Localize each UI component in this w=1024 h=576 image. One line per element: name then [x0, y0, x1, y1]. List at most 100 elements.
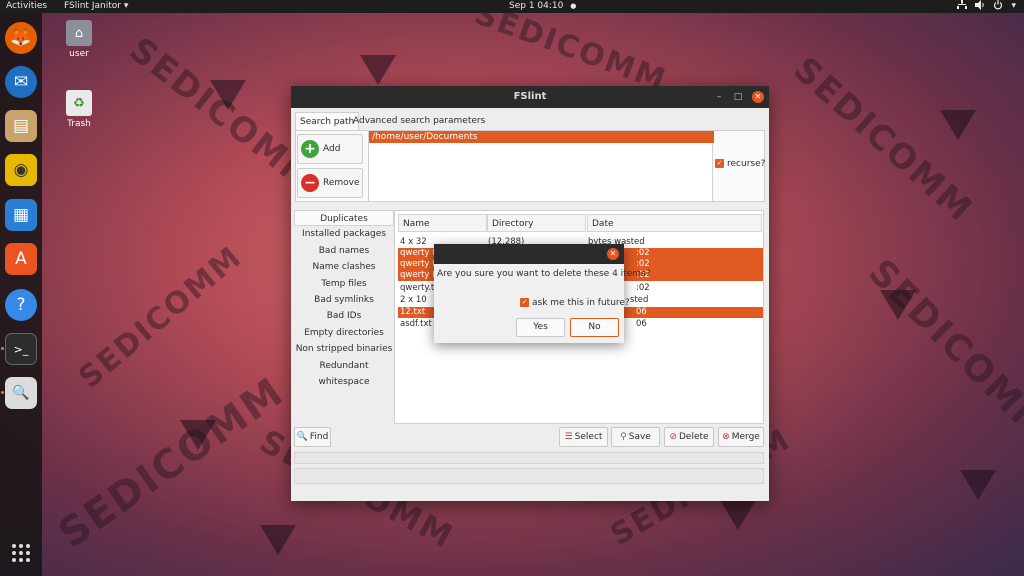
progress-bar [294, 452, 764, 464]
row-date: sted [630, 295, 649, 305]
path-row[interactable]: /home/user/Documents [369, 131, 714, 143]
files-icon[interactable]: ▤ [5, 110, 37, 142]
sidebar-item-empty-directories[interactable]: Empty directories [294, 325, 394, 341]
sidebar-item-non-stripped-binaries[interactable]: Non stripped binaries [294, 341, 394, 357]
help-icon[interactable]: ? [5, 289, 37, 321]
clock[interactable]: Sep 1 04:10 ● [509, 0, 576, 13]
confirm-delete-dialog: ✕ Are you sure you want to delete these … [434, 244, 650, 343]
watermark-triangle [720, 500, 756, 530]
volume-icon [975, 0, 985, 10]
writer-glyph: ▦ [12, 205, 30, 225]
save-button[interactable]: ⚲ Save [611, 427, 660, 447]
sidebar-item-bad-ids[interactable]: Bad IDs [294, 308, 394, 324]
fslint-glyph: 🔍 [12, 385, 30, 401]
sidebar-item-temp-files[interactable]: Temp files [294, 276, 394, 292]
merge-label: Merge [731, 432, 760, 442]
yes-button[interactable]: Yes [516, 318, 565, 337]
desktop-icon-label: user [69, 49, 89, 59]
trash-icon: ♻ [66, 90, 92, 116]
power-icon [994, 0, 1003, 10]
desktop-icon-trash[interactable]: ♻ Trash [49, 90, 109, 129]
desktop-icon-home[interactable]: ⌂ user [49, 20, 109, 59]
watermark-triangle [880, 290, 916, 320]
firefox-icon[interactable]: 🦊 [5, 22, 37, 54]
sidebar-item-installed-packages[interactable]: Installed packages [294, 226, 394, 242]
activities-button[interactable]: Activities [6, 0, 47, 13]
no-button[interactable]: No [570, 318, 619, 337]
terminal-glyph: >_ [13, 342, 29, 356]
save-label: Save [628, 432, 651, 442]
system-tray[interactable]: ▾ [957, 0, 1016, 13]
remove-button[interactable]: − Remove [297, 168, 363, 198]
help-glyph: ? [16, 295, 26, 315]
delete-button[interactable]: ⊘ Delete [664, 427, 714, 447]
terminal-icon[interactable]: >_ [5, 333, 37, 365]
row-name: qwerty.t [400, 283, 435, 293]
tab-advanced-search[interactable]: Advanced search parameters [349, 112, 489, 131]
watermark-triangle [360, 55, 396, 85]
apps-grid-icon[interactable] [11, 543, 31, 563]
watermark-text: SEDICOMM [785, 49, 981, 231]
chevron-down-icon: ▾ [123, 1, 129, 11]
recurse-checkbox[interactable]: ✓ recurse? [715, 159, 765, 169]
desktop-icon-label: Trash [67, 119, 91, 129]
writer-icon[interactable]: ▦ [5, 199, 37, 231]
column-header-date[interactable]: Date [587, 214, 762, 232]
dialog-close-button[interactable]: ✕ [607, 248, 619, 260]
software-glyph: A [15, 249, 27, 269]
remove-icon: − [301, 174, 319, 192]
recurse-label: recurse? [727, 159, 766, 169]
row-date: :02 [636, 283, 650, 293]
maximize-button[interactable]: □ [732, 91, 744, 103]
find-label: Find [309, 432, 329, 442]
sidebar-item-redundant-whitespace[interactable]: Redundant whitespace [294, 358, 394, 387]
merge-button[interactable]: ⊗ Merge [718, 427, 764, 447]
window-title: FSlint [513, 91, 547, 102]
thunderbird-glyph: ✉ [13, 72, 29, 92]
row-date: 06 [636, 319, 647, 329]
merge-icon: ⊗ [722, 432, 730, 442]
row-name: 12.txt [400, 307, 426, 317]
chevron-down-icon: ▾ [1011, 1, 1016, 11]
add-button[interactable]: + Add [297, 134, 363, 164]
select-button[interactable]: ☰ Select [559, 427, 608, 447]
sidebar-item-name-clashes[interactable]: Name clashes [294, 259, 394, 275]
window-titlebar[interactable]: FSlint [291, 86, 769, 108]
column-header-name[interactable]: Name [398, 214, 487, 232]
dialog-message: Are you sure you want to delete these 4 … [437, 269, 651, 279]
watermark-triangle [940, 110, 976, 140]
search-icon: 🔍 [296, 432, 308, 442]
close-button[interactable]: ✕ [752, 91, 764, 103]
watermark-text: SEDICOMM [50, 368, 293, 558]
app-menu[interactable]: FSlint Janitor ▾ [64, 0, 128, 13]
rhythmbox-icon[interactable]: ◉ [5, 154, 37, 186]
watermark-text: SEDICOMM [72, 239, 250, 396]
software-icon[interactable]: A [5, 243, 37, 275]
sidebar-item-duplicates[interactable]: Duplicates [294, 210, 394, 227]
find-button[interactable]: 🔍 Find [294, 427, 331, 447]
ask-again-checkbox[interactable]: ✓ ask me this in future? [520, 298, 630, 308]
minimize-button[interactable]: – [713, 91, 725, 103]
fslint-icon[interactable]: 🔍 [5, 377, 37, 409]
sidebar-item-bad-names[interactable]: Bad names [294, 243, 394, 259]
row-name: 2 x 10 [400, 295, 427, 305]
path-list[interactable]: /home/user/Documents [368, 130, 714, 202]
watermark-text: SEDICOMM [470, 0, 672, 99]
status-bar [294, 468, 764, 484]
row-name: 4 x 32 [400, 237, 427, 247]
dock: 🦊 ✉ ▤ ◉ ▦ A ? >_ 🔍 [0, 13, 42, 576]
add-label: Add [323, 144, 341, 154]
row-name: asdf.txt [400, 319, 432, 329]
column-header-directory[interactable]: Directory [487, 214, 586, 232]
dialog-titlebar[interactable] [434, 244, 624, 264]
thunderbird-icon[interactable]: ✉ [5, 66, 37, 98]
save-icon: ⚲ [620, 432, 627, 442]
row-name: qwerty ( [400, 270, 436, 280]
add-icon: + [301, 140, 319, 158]
sidebar-item-bad-symlinks[interactable]: Bad symlinks [294, 292, 394, 308]
app-menu-label: FSlint Janitor [64, 1, 121, 11]
running-indicator [1, 391, 4, 394]
delete-label: Delete [678, 432, 709, 442]
network-icon [957, 0, 968, 9]
checkbox-checked-icon: ✓ [520, 298, 529, 307]
